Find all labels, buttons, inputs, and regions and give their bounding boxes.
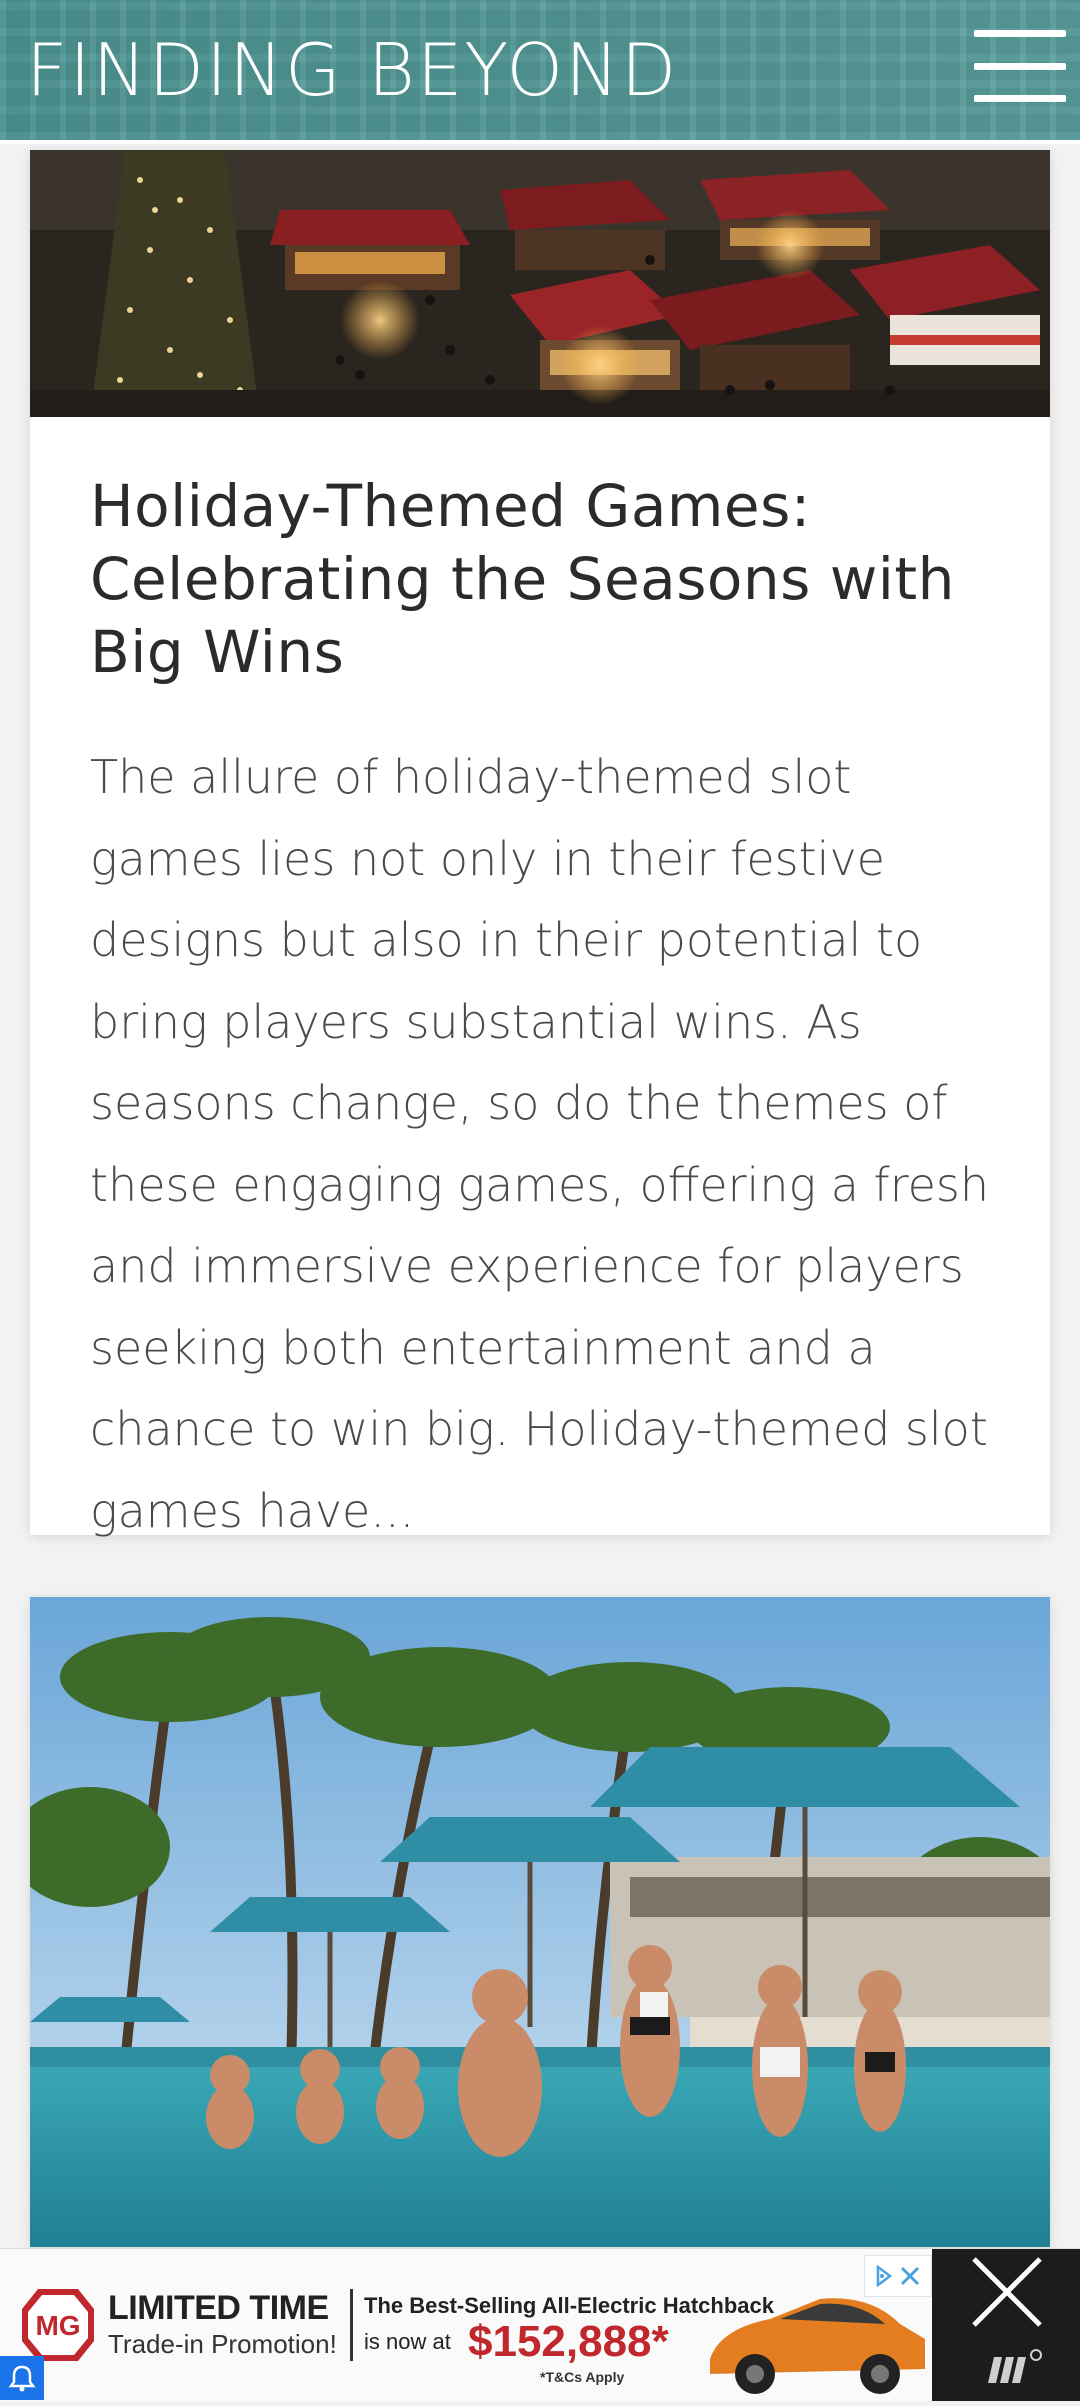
site-header: FINDING BEYOND — [0, 0, 1080, 144]
ad-headline: LIMITED TIME — [108, 2289, 329, 2327]
ad-close-panel[interactable] — [932, 2249, 1080, 2401]
svg-text:MG: MG — [35, 2310, 80, 2341]
ad-price: $152,888* — [468, 2317, 669, 2366]
ad-x-icon — [900, 2266, 920, 2286]
ad-content[interactable]: MG LIMITED TIME Trade-in Promotion! The … — [0, 2249, 932, 2401]
post-card[interactable]: Holiday-Themed Games: Celebrating the Se… — [30, 150, 1050, 1538]
site-logo[interactable]: FINDING BEYOND — [26, 22, 678, 118]
hamburger-menu-icon[interactable] — [974, 30, 1066, 102]
post-thumbnail-pool-party[interactable] — [30, 1597, 1050, 2247]
ad-divider — [350, 2289, 353, 2361]
ad-subheadline: Trade-in Promotion! — [108, 2329, 337, 2359]
ad-banner[interactable]: MG LIMITED TIME Trade-in Promotion! The … — [0, 2248, 1080, 2401]
ad-car-image — [710, 2298, 925, 2394]
post-title[interactable]: Holiday-Themed Games: Celebrating the Se… — [90, 470, 990, 689]
close-icon[interactable] — [932, 2249, 1080, 2401]
post-excerpt: The allure of holiday-themed slot games … — [90, 750, 990, 1538]
ad-choices-button[interactable] — [864, 2255, 932, 2297]
post-card-body: Holiday-Themed Games: Celebrating the Se… — [90, 470, 990, 1552]
ad-choices-icon — [876, 2265, 893, 2287]
post-card[interactable] — [30, 1597, 1050, 2247]
bell-icon — [8, 2365, 36, 2392]
ad-terms: *T&Cs Apply — [540, 2369, 625, 2385]
ad-text-line2: is now at — [364, 2329, 451, 2354]
notification-bell-button[interactable] — [0, 2356, 44, 2400]
mg-brand-logo: MG — [22, 2289, 94, 2361]
post-thumbnail-christmas-market[interactable] — [30, 150, 1050, 417]
